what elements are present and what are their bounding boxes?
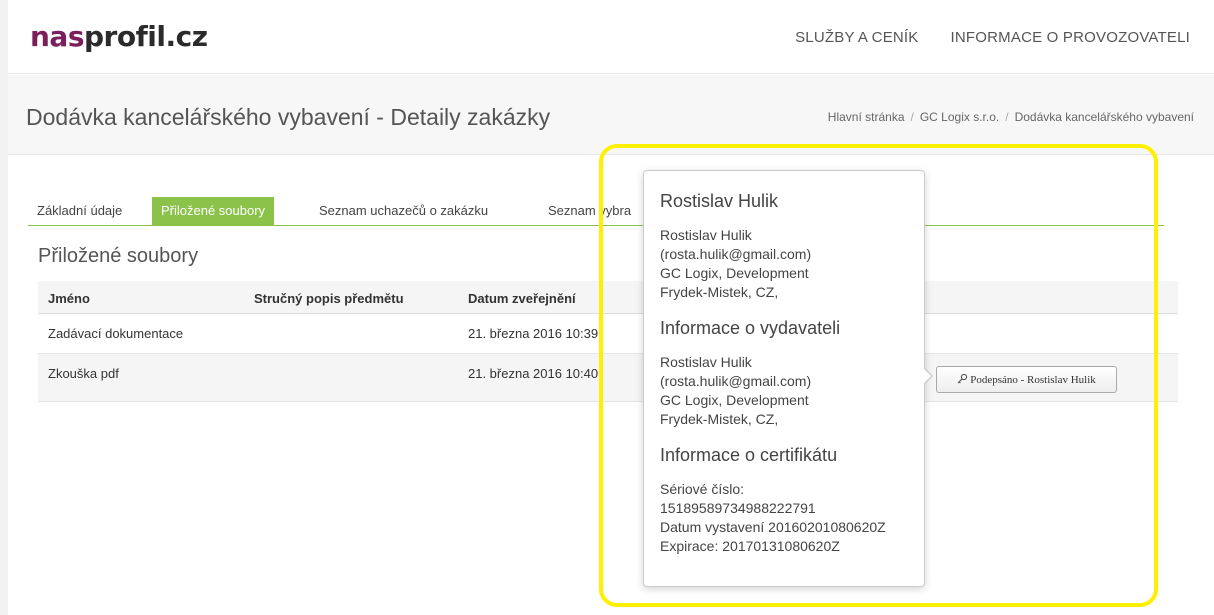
- breadcrumb-company[interactable]: GC Logix s.r.o.: [920, 110, 999, 124]
- key-icon: [957, 373, 968, 387]
- page-title-bar: Dodávka kancelářského vybavení - Detaily…: [8, 75, 1214, 155]
- certificate-line: Datum vystavení 20160201080620Z: [660, 519, 886, 535]
- issuer-line: Rostislav Hulik: [660, 354, 752, 370]
- issuer-line: GC Logix, Development: [660, 392, 809, 408]
- site-logo[interactable]: nasprofil.cz: [30, 20, 208, 53]
- tab-attached-files[interactable]: Přiložené soubory: [152, 197, 275, 226]
- tab-selected[interactable]: Seznam vybra: [539, 197, 640, 226]
- site-header: nasprofil.cz SLUŽBY A CENÍK INFORMACE O …: [8, 0, 1214, 74]
- table-row[interactable]: Zadávací dokumentace 21. března 2016 10:…: [38, 314, 1178, 354]
- file-name-link[interactable]: Zadávací dokumentace: [48, 326, 183, 341]
- column-header-name[interactable]: Jméno: [48, 291, 90, 306]
- signed-by-button[interactable]: Podepsáno - Rostislav Hulik: [936, 366, 1117, 393]
- logo-part-2: profil.cz: [84, 20, 208, 53]
- signature-popover: Rostislav Hulik Rostislav Hulik (rosta.h…: [643, 170, 925, 587]
- tab-applicants[interactable]: Seznam uchazečů o zakázku: [310, 197, 497, 226]
- signer-line: (rosta.hulik@gmail.com): [660, 246, 812, 262]
- issuer-heading: Informace o vydavateli: [660, 318, 841, 338]
- popover-title: Rostislav Hulik: [660, 191, 779, 211]
- issuer-info: Rostislav Hulik (rosta.hulik@gmail.com) …: [660, 353, 908, 429]
- tab-basic-info[interactable]: Základní údaje: [28, 197, 131, 226]
- file-name-link[interactable]: Zkouška pdf: [48, 366, 119, 381]
- signer-line: Frydek-Mistek, CZ,: [660, 284, 779, 300]
- logo-part-1: nas: [30, 20, 85, 53]
- file-date: 21. března 2016 10:40: [468, 366, 599, 381]
- section-title: Přiložené soubory: [38, 245, 199, 267]
- breadcrumb: Hlavní stránka / GC Logix s.r.o. / Dodáv…: [828, 110, 1194, 124]
- breadcrumb-separator: /: [910, 110, 914, 124]
- certificate-heading: Informace o certifikátu: [660, 445, 838, 465]
- certificate-line: Expirace: 20170131080620Z: [660, 538, 840, 554]
- certificate-info: Sériové číslo: 15189589734988222791 Datu…: [660, 480, 908, 556]
- table-header: Jméno Stručný popis předmětu Datum zveře…: [38, 281, 1178, 314]
- page-title: Dodávka kancelářského vybavení - Detaily…: [26, 104, 551, 130]
- tab-bar: Základní údaje Přiložené soubory Seznam …: [28, 197, 1164, 226]
- breadcrumb-separator: /: [1005, 110, 1009, 124]
- nav-services-pricing[interactable]: SLUŽBY A CENÍK: [795, 29, 918, 46]
- signed-by-label: Podepsáno - Rostislav Hulik: [970, 373, 1096, 386]
- certificate-line: Sériové číslo:: [660, 481, 745, 497]
- main-nav: SLUŽBY A CENÍK INFORMACE O PROVOZOVATELI: [795, 29, 1190, 46]
- issuer-line: Frydek-Mistek, CZ,: [660, 411, 779, 427]
- popover-arrow-inner: [923, 368, 931, 384]
- certificate-line: 15189589734988222791: [660, 500, 816, 516]
- nav-operator-info[interactable]: INFORMACE O PROVOZOVATELI: [951, 29, 1190, 46]
- breadcrumb-home[interactable]: Hlavní stránka: [828, 110, 905, 124]
- window-edge: [0, 0, 8, 615]
- signer-line: GC Logix, Development: [660, 265, 809, 281]
- files-table: Jméno Stručný popis předmětu Datum zveře…: [38, 281, 1178, 402]
- file-date: 21. března 2016 10:39: [468, 326, 599, 341]
- breadcrumb-current: Dodávka kancelářského vybavení: [1014, 110, 1194, 124]
- issuer-line: (rosta.hulik@gmail.com): [660, 373, 812, 389]
- signer-info: Rostislav Hulik (rosta.hulik@gmail.com) …: [660, 226, 908, 302]
- table-row[interactable]: Zkouška pdf 21. března 2016 10:40 Podeps…: [38, 354, 1178, 402]
- signer-line: Rostislav Hulik: [660, 227, 752, 243]
- column-header-description[interactable]: Stručný popis předmětu: [254, 291, 404, 306]
- column-header-date[interactable]: Datum zveřejnění: [468, 291, 576, 306]
